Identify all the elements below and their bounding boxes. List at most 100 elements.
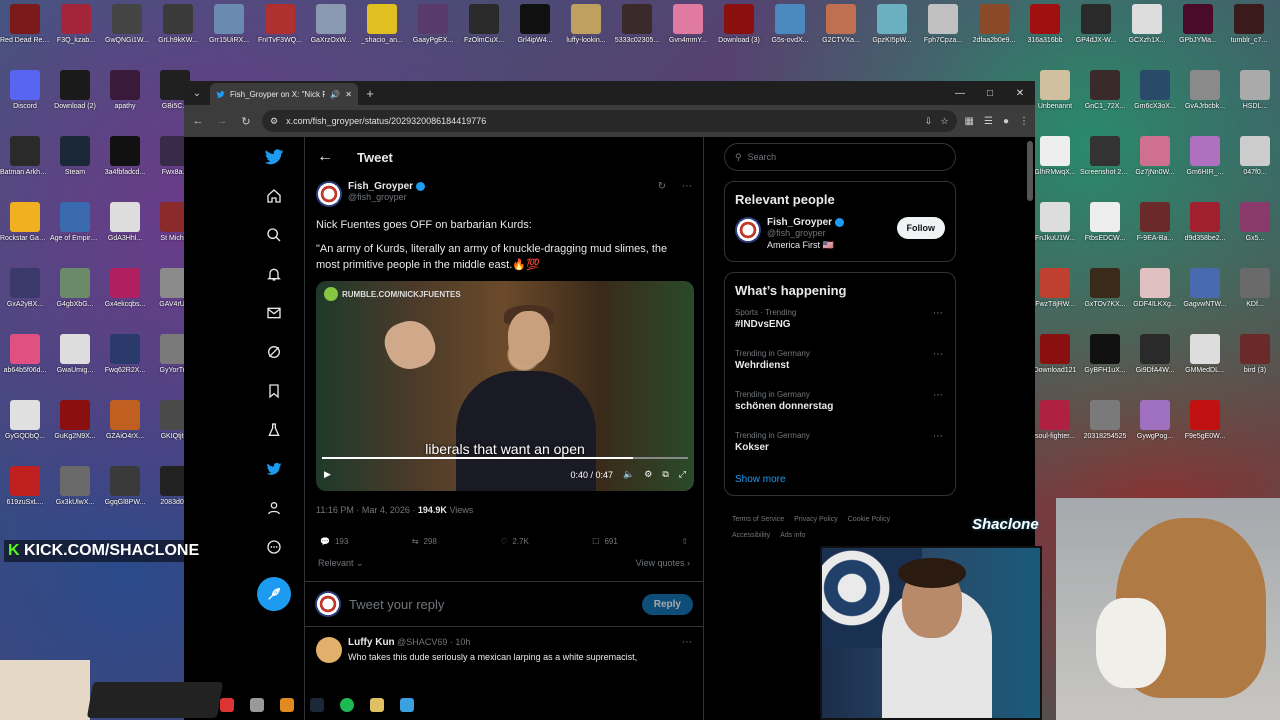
menu-icon[interactable]: ⋮ xyxy=(1019,116,1029,127)
bookmark-star-icon[interactable]: ☆ xyxy=(940,116,948,127)
settings-icon[interactable]: ⚙ xyxy=(644,469,652,480)
desktop-icon[interactable]: Screenshot 2023-06-... xyxy=(1080,136,1130,177)
desktop-icon[interactable]: GdA3Hhl... xyxy=(100,202,150,243)
footer-link[interactable]: Terms of Service xyxy=(732,516,784,523)
desktop-icon[interactable]: F-9EA-Ba... xyxy=(1130,202,1180,243)
desktop-icon[interactable]: apathy xyxy=(100,70,150,111)
author-name[interactable]: Fish_Groyper xyxy=(348,181,413,192)
desktop-icon[interactable]: _shacio_an... xyxy=(357,4,407,45)
desktop-icon[interactable]: GP4dJX-W... xyxy=(1071,4,1121,45)
desktop-icon[interactable]: Batman Arkham As... xyxy=(0,136,50,177)
trend-item[interactable]: Trending in Germany schönen donnerstag ⋯ xyxy=(735,390,945,431)
reply-more-icon[interactable]: ⋯ xyxy=(682,637,692,663)
desktop-icon[interactable]: FnJkuU1W... xyxy=(1030,202,1080,243)
desktop-icon[interactable]: GZAiO4rX... xyxy=(100,400,150,441)
desktop-icon[interactable]: luffy-lookin... xyxy=(561,4,611,45)
app-icon[interactable] xyxy=(400,698,414,712)
nav-premium[interactable] xyxy=(256,449,292,488)
desktop-icon[interactable]: Grl4ipW4... xyxy=(510,4,560,45)
desktop-icon[interactable]: 316a316bb xyxy=(1020,4,1070,45)
nav-notifications[interactable] xyxy=(256,254,292,293)
grok-analyze-icon[interactable]: ↻ xyxy=(658,181,666,192)
desktop-icon[interactable]: GagvwNTW... xyxy=(1180,268,1230,309)
desktop-icon[interactable]: Age of Empires... xyxy=(50,202,100,243)
author-handle[interactable]: @fish_groyper xyxy=(348,192,652,202)
trend-item[interactable]: Trending in Germany Wehrdienst ⋯ xyxy=(735,349,945,390)
desktop-icon[interactable]: GyBFH1uX... xyxy=(1080,334,1130,375)
media-icon[interactable]: ☰ xyxy=(984,116,993,127)
desktop-icon[interactable]: GaayPgEX... xyxy=(408,4,458,45)
video-progress-bar[interactable] xyxy=(322,457,688,459)
desktop-icon[interactable]: GCXzh1X... xyxy=(1122,4,1172,45)
desktop-icon[interactable]: GuKg2N9X... xyxy=(50,400,100,441)
desktop-icon[interactable]: Fwq62R2X... xyxy=(100,334,150,375)
footer-link[interactable]: Privacy Policy xyxy=(794,516,838,523)
desktop-icon[interactable]: Steam xyxy=(50,136,100,177)
desktop-icon[interactable]: 2dfaa2b0e9... xyxy=(969,4,1019,45)
nav-home[interactable] xyxy=(256,176,292,215)
nav-explore[interactable] xyxy=(256,215,292,254)
bookmark-button[interactable]: ☐ 691 xyxy=(592,537,618,546)
desktop-icon[interactable]: Fph7Cpza... xyxy=(918,4,968,45)
install-icon[interactable]: ⇩ xyxy=(925,116,933,127)
desktop-icon[interactable]: GwaUmig... xyxy=(50,334,100,375)
desktop-icon[interactable]: d9d358be2... xyxy=(1180,202,1230,243)
reply-input[interactable]: Tweet your reply xyxy=(349,597,634,612)
back-button[interactable]: ← xyxy=(190,115,206,127)
desktop-icon[interactable]: Discord xyxy=(0,70,50,111)
sort-dropdown[interactable]: Relevant ⌄ xyxy=(318,558,364,569)
desktop-icon[interactable]: Gx5... xyxy=(1230,202,1280,243)
reload-button[interactable]: ↻ xyxy=(238,115,254,128)
extensions-icon[interactable]: ▦ xyxy=(965,116,974,127)
app-icon[interactable] xyxy=(220,698,234,712)
desktop-icon[interactable]: GgqGl8PW... xyxy=(100,466,150,507)
desktop-icon[interactable]: bird (3) xyxy=(1230,334,1280,375)
desktop-icon[interactable]: Download (2) xyxy=(50,70,100,111)
nav-profile[interactable] xyxy=(256,488,292,527)
volume-icon[interactable]: 🔈 xyxy=(623,469,634,480)
desktop-icon[interactable]: GwQNGi1W... xyxy=(102,4,152,45)
forward-button[interactable]: → xyxy=(214,115,230,127)
footer-link[interactable]: Cookie Policy xyxy=(848,516,890,523)
desktop-icon[interactable]: Gm6cX3oX... xyxy=(1130,70,1180,111)
speaker-icon[interactable]: 🔊 xyxy=(330,90,340,99)
desktop-icon[interactable]: GpzKI5pW... xyxy=(867,4,917,45)
follow-button[interactable]: Follow xyxy=(896,217,945,239)
desktop-icon[interactable]: Download (3) xyxy=(714,4,764,45)
trend-item[interactable]: Sports · Trending #INDvsENG ⋯ xyxy=(735,308,945,349)
desktop-icon[interactable]: G5s-ovdX... xyxy=(765,4,815,45)
desktop-icon[interactable]: GlhRMwqX... xyxy=(1030,136,1080,177)
trend-more-icon[interactable]: ⋯ xyxy=(933,390,943,401)
trend-item[interactable]: Trending in Germany Kokser ⋯ xyxy=(735,431,945,472)
back-arrow-icon[interactable]: ← xyxy=(317,148,333,166)
footer-link[interactable]: Ads info xyxy=(780,532,805,539)
footer-link[interactable]: Accessibility xyxy=(732,532,770,539)
tweet-timestamp[interactable]: 11:16 PM · Mar 4, 2026 · xyxy=(316,505,418,515)
fullscreen-icon[interactable]: ⤢ xyxy=(679,469,686,480)
desktop-icon[interactable]: G4gbXbG... xyxy=(50,268,100,309)
desktop-icon[interactable]: 5333c02305... xyxy=(612,4,662,45)
desktop-icon[interactable]: Grr15UiRX... xyxy=(204,4,254,45)
like-button[interactable]: ♡ 2.7K xyxy=(500,537,529,546)
desktop-icon[interactable]: 047f0... xyxy=(1230,136,1280,177)
desktop-icon[interactable]: Gz7jNn0W... xyxy=(1130,136,1180,177)
desktop-icon[interactable]: GxTOv7KX... xyxy=(1080,268,1130,309)
address-bar[interactable]: ⚙ x.com/fish_groyper/status/202932008618… xyxy=(262,110,957,132)
reply-avatar[interactable] xyxy=(316,637,342,663)
tab-search-icon[interactable]: ⌄ xyxy=(184,88,210,99)
desktop-icon[interactable]: G2CTVXa... xyxy=(816,4,866,45)
desktop-icon[interactable]: F3Q_kzab... xyxy=(51,4,101,45)
avatar[interactable] xyxy=(316,181,342,207)
pip-icon[interactable]: ⧉ xyxy=(662,469,668,480)
desktop-icon[interactable]: 20318254525 xyxy=(1080,400,1130,441)
reply-author-handle[interactable]: @SHACV69 · 10h xyxy=(397,637,470,647)
desktop-icon[interactable]: FtbsEDCW... xyxy=(1080,202,1130,243)
desktop-icon[interactable]: KDf... xyxy=(1230,268,1280,309)
search-input[interactable]: ⚲ Search xyxy=(724,143,956,171)
nav-grok[interactable] xyxy=(256,332,292,371)
tab-active[interactable]: Fish_Groyper on X: "Nick Fu 🔊 ✕ xyxy=(210,83,358,105)
desktop-icon[interactable]: Unbenannt xyxy=(1030,70,1080,111)
desktop-icon[interactable]: FnITvF3WQ... xyxy=(255,4,305,45)
spotify-icon[interactable] xyxy=(340,698,354,712)
video-player[interactable]: RUMBLE.COM/NICKJFUENTES liberals that wa… xyxy=(316,281,694,491)
